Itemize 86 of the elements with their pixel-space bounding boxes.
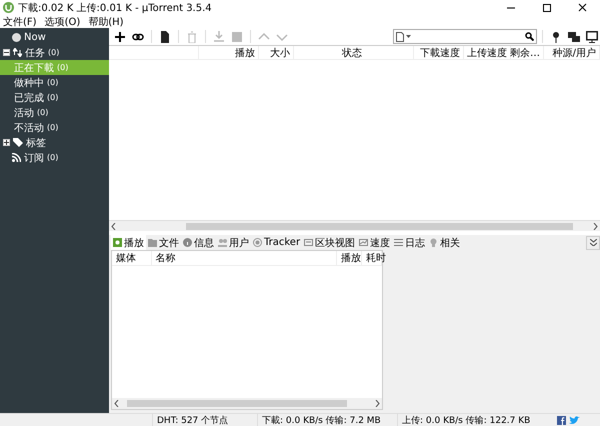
facebook-icon[interactable] bbox=[557, 416, 566, 424]
item-count: (0) bbox=[47, 78, 58, 87]
info-icon bbox=[183, 238, 192, 247]
dropdown-caret-icon[interactable] bbox=[406, 35, 411, 38]
chart-icon bbox=[359, 238, 368, 247]
item-count: (0) bbox=[47, 93, 58, 102]
monitor-button[interactable] bbox=[584, 28, 600, 44]
chevron-left-icon[interactable] bbox=[111, 222, 116, 230]
close-icon[interactable] bbox=[576, 2, 588, 12]
sidebar-item-label: 活动 bbox=[14, 106, 34, 120]
sidebar-item[interactable]: 订阅 bbox=[24, 150, 44, 164]
sidebar-item[interactable]: 标签 bbox=[26, 136, 46, 150]
column-header[interactable]: 种源/用户 bbox=[544, 46, 600, 59]
trash-icon bbox=[186, 30, 198, 42]
column-header[interactable]: 剩余… bbox=[511, 46, 544, 59]
app-logo-icon bbox=[3, 2, 14, 13]
chevron-right-icon[interactable] bbox=[593, 222, 598, 230]
sidebar-item[interactable]: 任务 bbox=[25, 46, 45, 60]
grid-icon bbox=[304, 238, 314, 247]
monitor-icon bbox=[586, 30, 598, 42]
expand-button[interactable] bbox=[586, 236, 600, 250]
folder-icon bbox=[148, 238, 157, 247]
detail-tab[interactable]: 区块视图 bbox=[302, 235, 358, 250]
item-count: (0) bbox=[47, 123, 58, 132]
bulb-icon bbox=[429, 238, 438, 247]
download-icon bbox=[213, 30, 225, 42]
sidebar-item-label: 不活动 bbox=[14, 122, 44, 134]
menu-item[interactable]: 选项(O) bbox=[44, 14, 80, 28]
stop-icon bbox=[231, 30, 243, 42]
column-header[interactable]: 播放 bbox=[199, 46, 259, 59]
search-icon bbox=[525, 32, 534, 41]
item-count: (0) bbox=[48, 48, 60, 57]
horizontal-scrollbar[interactable] bbox=[112, 398, 382, 409]
column-header[interactable]: 大小 bbox=[259, 46, 294, 59]
item-count: (0) bbox=[47, 153, 58, 162]
sidebar-item[interactable]: 不活动 (0) bbox=[0, 120, 109, 135]
menu-item[interactable]: 帮助(H) bbox=[88, 14, 124, 28]
detail-tab[interactable]: 用户 bbox=[216, 235, 251, 250]
status-text: 下載: 0.0 KB/s 传输: 7.2 MB bbox=[257, 414, 397, 426]
map-pin-icon bbox=[550, 30, 562, 42]
sidebar-item-label: 已完成 bbox=[14, 92, 44, 104]
column-header[interactable]: 下載速度 bbox=[414, 46, 464, 59]
detail-tab[interactable]: 信息 bbox=[181, 235, 216, 250]
chevron-left-icon[interactable] bbox=[114, 400, 119, 407]
horizontal-scrollbar[interactable] bbox=[109, 220, 600, 231]
users-icon bbox=[218, 238, 227, 247]
maximize-icon[interactable] bbox=[540, 2, 552, 12]
document-icon bbox=[396, 32, 404, 42]
status-text: DHT: 527 个节点 bbox=[152, 414, 257, 426]
scrollbar-thumb[interactable] bbox=[127, 400, 347, 407]
chevron-up-icon bbox=[258, 30, 270, 42]
tag-icon bbox=[13, 138, 23, 147]
detail-tab[interactable]: 文件 bbox=[146, 235, 181, 250]
detail-tab[interactable]: Tracker bbox=[251, 235, 302, 250]
window-title: 下載:0.02 K 上传:0.01 K - µTorrent 3.5.4 bbox=[18, 2, 213, 14]
item-count: (0) bbox=[57, 63, 68, 72]
detail-tab[interactable]: 日志 bbox=[392, 235, 428, 250]
column-header[interactable]: 媒体 bbox=[112, 251, 152, 265]
play-icon bbox=[113, 238, 122, 247]
detail-tab[interactable]: 速度 bbox=[357, 235, 392, 250]
lines-icon bbox=[394, 238, 404, 247]
expand-toggle-icon[interactable] bbox=[3, 139, 10, 146]
column-header[interactable]: 上传速度 bbox=[464, 46, 511, 59]
column-header[interactable]: 名称 bbox=[152, 251, 337, 265]
search-field[interactable] bbox=[393, 29, 537, 44]
document-icon bbox=[159, 30, 171, 42]
detail-tab[interactable]: 播放 bbox=[111, 235, 146, 250]
detail-tab[interactable]: 相关 bbox=[427, 235, 462, 250]
expand-toggle-icon[interactable] bbox=[3, 49, 10, 56]
double-chevron-down-icon bbox=[590, 239, 596, 246]
sidebar-item-label: 做种中 bbox=[14, 76, 44, 90]
column-header[interactable]: 状态 bbox=[294, 46, 414, 59]
sidebar-item-label: 正在下載 bbox=[14, 62, 54, 74]
up-down-arrows-icon bbox=[13, 48, 22, 57]
sidebar-item[interactable]: 活动 (0) bbox=[0, 105, 109, 120]
scrollbar-thumb[interactable] bbox=[186, 222, 573, 230]
target-icon bbox=[253, 238, 262, 247]
sidebar-item[interactable]: 已完成 (0) bbox=[0, 90, 109, 105]
column-header[interactable]: 播放 bbox=[337, 251, 362, 265]
plus-icon bbox=[114, 30, 126, 42]
sidebar-item[interactable]: Now bbox=[24, 32, 46, 43]
sidebar-item[interactable]: 做种中 (0) bbox=[0, 75, 109, 90]
chevron-right-icon[interactable] bbox=[375, 400, 380, 407]
menu-item[interactable]: 文件(F) bbox=[3, 14, 37, 28]
rss-icon bbox=[12, 153, 21, 162]
item-count: (0) bbox=[37, 108, 48, 117]
